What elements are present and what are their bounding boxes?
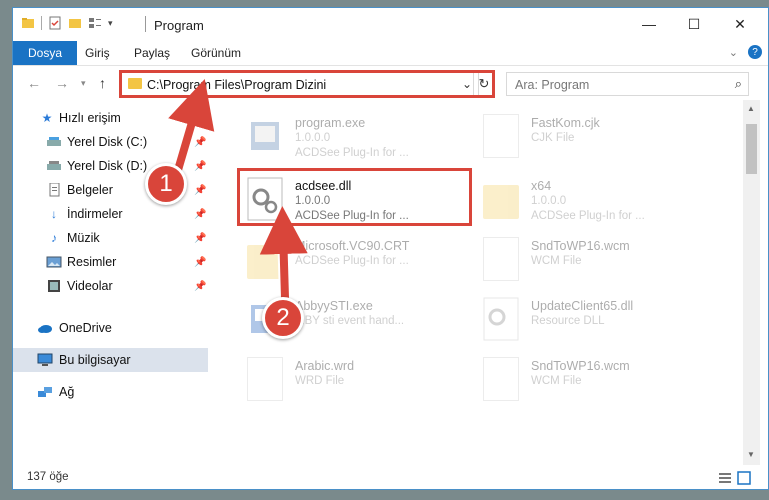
annotation-arrows [168, 78, 308, 304]
arrow-2 [259, 206, 308, 299]
arrow-1 [168, 78, 215, 172]
callout-1: 1 [145, 163, 187, 205]
callout-2: 2 [262, 297, 304, 339]
